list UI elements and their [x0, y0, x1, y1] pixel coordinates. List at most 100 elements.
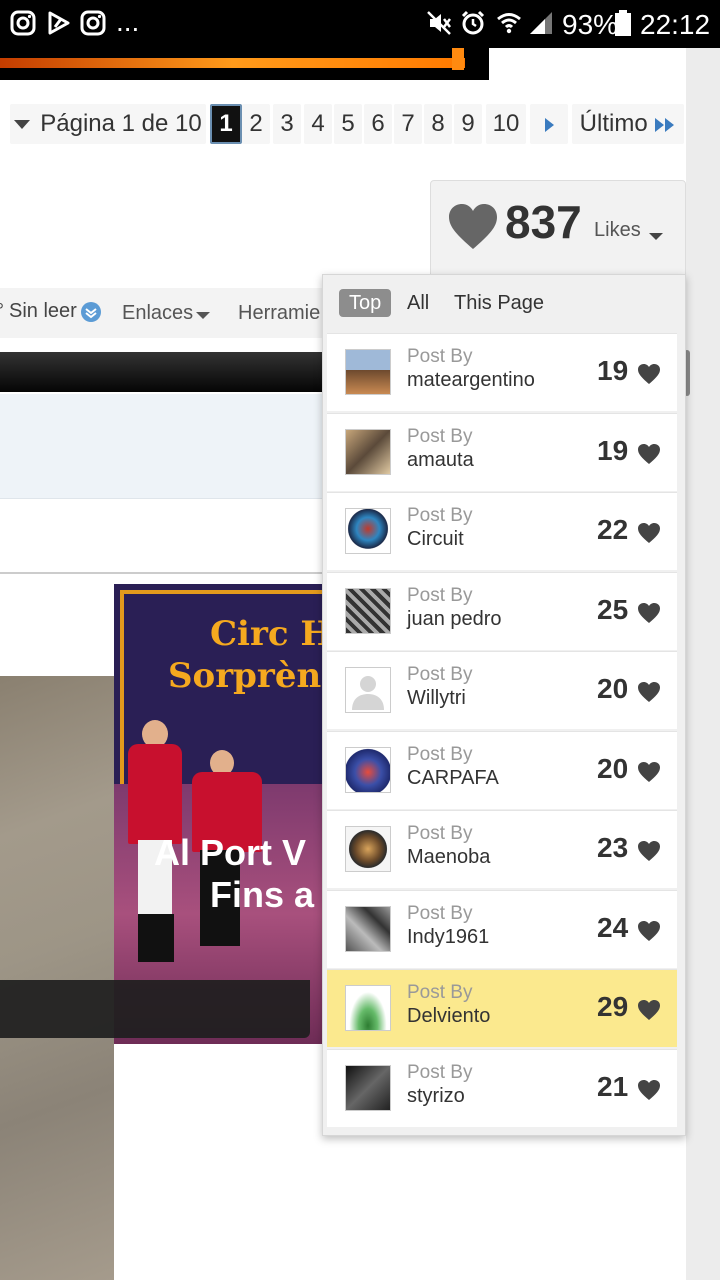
forum-header-bar — [0, 352, 322, 392]
avatar[interactable] — [345, 1064, 391, 1111]
heart-icon — [638, 1079, 660, 1100]
heart-icon — [638, 364, 660, 384]
banner-stripe — [0, 58, 465, 68]
post-by-label: Post By — [407, 902, 473, 924]
top-banner-ad[interactable] — [0, 48, 489, 80]
like-count: 23 — [597, 832, 629, 863]
like-count: 25 — [597, 593, 629, 625]
post-by-label: Post By — [407, 823, 473, 844]
battery-percent: 93% — [562, 9, 619, 40]
username-link[interactable]: Circuit — [407, 528, 464, 551]
avatar[interactable] — [345, 349, 391, 395]
username-link[interactable]: styrizo — [407, 1085, 465, 1108]
username-link[interactable]: CARPAFA — [407, 767, 499, 790]
degree-fragment: ° — [0, 300, 4, 323]
post-by-label: Post By — [407, 505, 473, 526]
page-link-6[interactable]: 6 — [364, 104, 392, 144]
wifi-icon — [497, 13, 521, 34]
ad-text-line3: Al Port V — [154, 832, 307, 873]
heart-icon — [638, 602, 660, 623]
performer-boots — [138, 914, 174, 962]
heart-icon — [638, 761, 660, 782]
like-entry[interactable]: Post By juan pedro 25 — [327, 571, 677, 650]
status-bar: ... 93% 22:12 — [0, 0, 720, 48]
like-count: 20 — [597, 673, 629, 704]
like-count: 24 — [597, 911, 629, 943]
like-entry[interactable]: Post By mateargentino 19 — [327, 333, 677, 411]
nav-unread-link[interactable]: Sin leer — [9, 300, 77, 323]
page-jump-dropdown[interactable]: Página 1 de 10 — [10, 104, 206, 144]
like-entry[interactable]: Post By styrizo 21 — [327, 1048, 677, 1127]
avatar[interactable] — [345, 508, 391, 554]
post-photo[interactable] — [0, 676, 114, 1280]
tab-this-page[interactable]: This Page — [454, 289, 544, 317]
page-link-10[interactable]: 10 — [486, 104, 526, 144]
like-count: 19 — [597, 434, 629, 466]
username-link[interactable]: Willytri — [407, 687, 466, 710]
like-entry[interactable]: Post By Delviento 29 — [327, 969, 677, 1047]
username-link[interactable]: mateargentino — [407, 369, 535, 392]
like-entry[interactable]: Post By Maenoba 23 — [327, 810, 677, 888]
avatar[interactable] — [345, 985, 391, 1031]
like-count: 19 — [597, 355, 629, 386]
likes-summary[interactable]: 837 Likes — [430, 180, 686, 282]
nav-links-menu[interactable]: Enlaces — [122, 302, 193, 325]
performer-body — [128, 744, 182, 844]
notification-overflow: ... — [116, 6, 140, 37]
username-link[interactable]: Indy1961 — [407, 926, 489, 949]
post-by-label: Post By — [407, 982, 473, 1003]
instagram-icon — [10, 10, 36, 36]
last-page-button[interactable]: Último — [572, 104, 684, 144]
circus-advertisement[interactable]: Circ H Sorprèn Al Port V Fins a — [114, 584, 322, 1044]
page-margin — [686, 48, 720, 1280]
avatar[interactable] — [345, 587, 391, 634]
forum-nav: ° Sin leer Enlaces Herramie — [0, 288, 322, 338]
post-by-label: Post By — [407, 743, 473, 765]
username-link[interactable]: Maenoba — [407, 846, 490, 869]
username-link[interactable]: juan pedro — [407, 608, 502, 631]
nav-tools-menu[interactable]: Herramie — [238, 302, 320, 325]
page-link-5[interactable]: 5 — [334, 104, 362, 144]
like-entry[interactable]: Post By Willytri 20 — [327, 651, 677, 729]
like-entry[interactable]: Post By CARPAFA 20 — [327, 730, 677, 809]
caret-down-icon — [649, 233, 663, 240]
page-link-9[interactable]: 9 — [454, 104, 482, 144]
page-link-7[interactable]: 7 — [394, 104, 422, 144]
heart-icon — [638, 682, 660, 702]
ad-text-line4: Fins a — [210, 874, 315, 915]
double-arrow-icon — [655, 117, 675, 132]
heart-icon — [638, 1000, 660, 1020]
avatar[interactable] — [345, 428, 391, 475]
page-link-8[interactable]: 8 — [424, 104, 452, 144]
heart-icon — [449, 204, 497, 249]
caret-down-icon — [14, 120, 31, 130]
username-link[interactable]: Delviento — [407, 1005, 490, 1028]
tab-top[interactable]: Top — [339, 289, 392, 317]
page-link-1[interactable]: 1 — [210, 104, 242, 144]
unread-dropdown-icon[interactable] — [80, 301, 102, 323]
next-page-button[interactable] — [530, 104, 568, 144]
username-link[interactable]: amauta — [407, 449, 474, 472]
heart-icon — [638, 841, 660, 861]
page-link-4[interactable]: 4 — [304, 104, 332, 144]
forum-info-panel — [0, 394, 322, 499]
battery-icon — [615, 10, 631, 36]
like-entry[interactable]: Post By amauta 19 — [327, 412, 677, 491]
page-link-2[interactable]: 2 — [242, 104, 270, 144]
signal-icon — [530, 12, 552, 34]
page-label: Página 1 de 10 — [40, 110, 202, 137]
tab-all[interactable]: All — [407, 289, 429, 317]
default-avatar-icon — [352, 676, 384, 710]
page-link-3[interactable]: 3 — [273, 104, 301, 144]
divider — [0, 572, 322, 574]
like-entry[interactable]: Post By Circuit 22 — [327, 492, 677, 570]
banner-corner — [452, 48, 464, 70]
likes-label: Likes — [594, 219, 641, 241]
next-arrow-icon — [545, 117, 554, 132]
likes-dropdown: Top All This Page Post By mateargentino 19… — [322, 274, 686, 1136]
avatar[interactable] — [345, 826, 391, 872]
like-entry[interactable]: Post By Indy1961 24 — [327, 889, 677, 968]
avatar[interactable] — [345, 667, 391, 713]
avatar[interactable] — [345, 905, 391, 952]
avatar[interactable] — [345, 746, 391, 793]
